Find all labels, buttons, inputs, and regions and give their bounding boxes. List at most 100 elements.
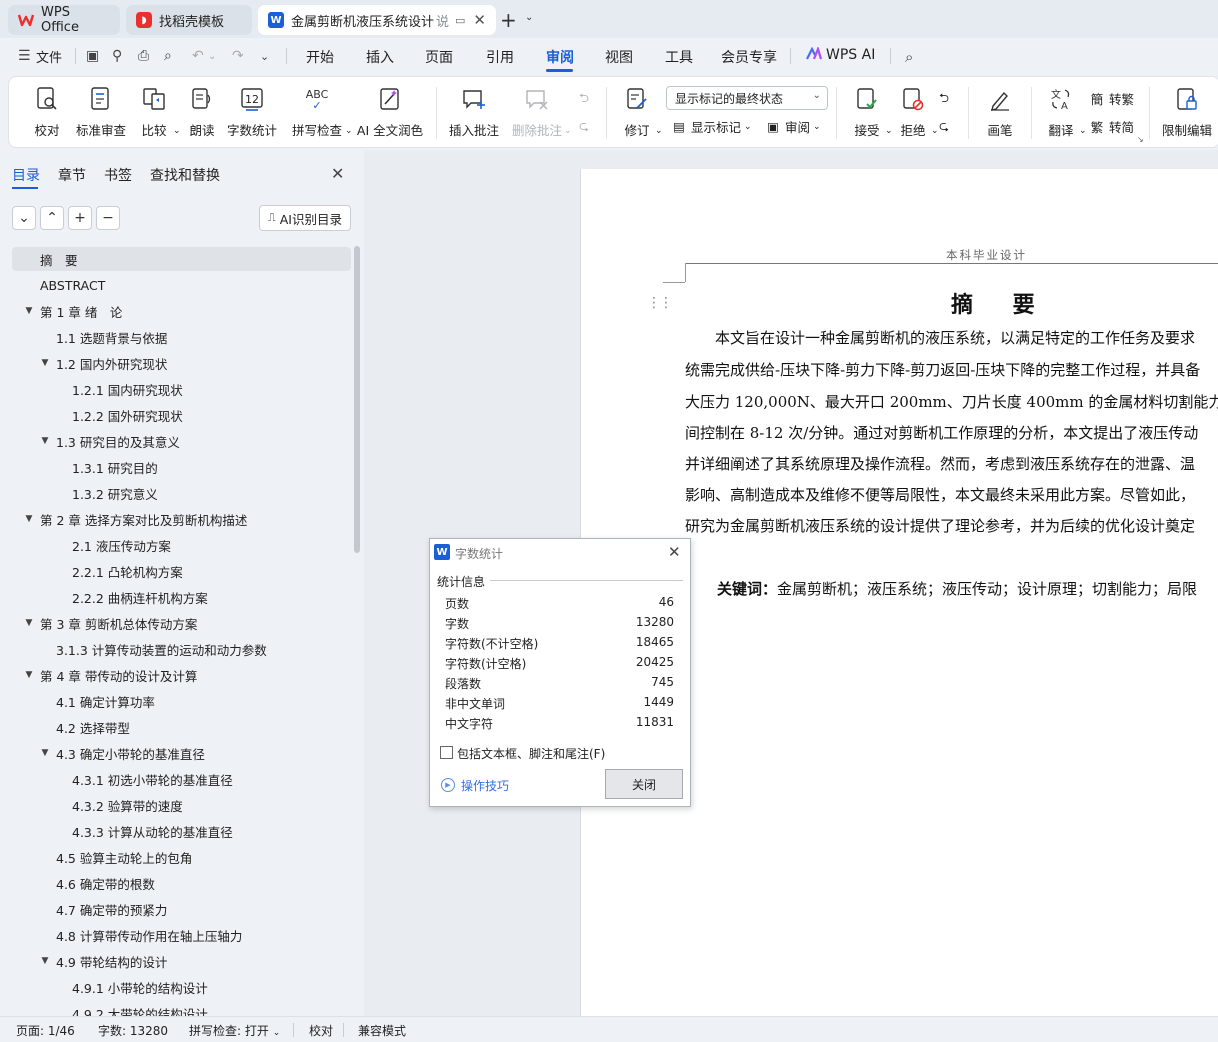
tips-link[interactable]: 操作技巧 [461, 777, 509, 794]
hamburger-menu-icon[interactable]: ☰ [18, 48, 31, 64]
page-indicator[interactable]: 页面: 1/46 [16, 1022, 75, 1039]
toc-item[interactable]: ▼ 1.3 研究目的及其意义 [40, 429, 180, 453]
previous-change-icon[interactable]: ⮌ [939, 89, 949, 110]
to-simplified-button[interactable]: 繁 转简 [1089, 117, 1134, 136]
menu-tools[interactable]: 工具 [665, 47, 693, 67]
expand-triangle-icon[interactable]: ▼ [24, 670, 34, 680]
toc-item[interactable]: 4.3.1 初选小带轮的基准直径 [56, 767, 233, 791]
toc-item[interactable]: 4.6 确定带的根数 [40, 871, 155, 895]
toc-item[interactable]: ▼ 第 1 章 绪 论 [24, 299, 123, 323]
undo-icon[interactable]: ↶ [192, 48, 204, 64]
expand-triangle-icon[interactable]: ▼ [40, 956, 50, 966]
expand-triangle-icon[interactable]: ▼ [40, 748, 50, 758]
toc-item[interactable]: 1.3.2 研究意义 [56, 481, 158, 505]
redo-icon[interactable]: ↷ [232, 48, 244, 64]
drag-handle-icon[interactable]: ⋮⋮ [647, 295, 673, 311]
toc-item[interactable]: 1.2.1 国内研究现状 [56, 377, 183, 401]
accept-button[interactable]: 接受 ⌄ [847, 77, 893, 149]
toc-item[interactable]: ▼ 4.9 带轮结构的设计 [40, 949, 168, 973]
restrict-editing-button[interactable]: 限制编辑 [1159, 77, 1215, 149]
insert-comment-button[interactable]: 插入批注 [449, 77, 499, 149]
tab-wps-office[interactable]: WPS Office [8, 5, 120, 35]
translate-button[interactable]: 文A 翻译 ⌄ [1041, 77, 1086, 149]
next-comment-icon[interactable]: ⮎ [579, 117, 589, 138]
new-tab-plus-icon[interactable]: + [500, 8, 517, 32]
dialog-launcher-icon[interactable]: ↘ [1137, 135, 1144, 144]
toc-item[interactable]: ▼ 第 2 章 选择方案对比及剪断机构描述 [24, 507, 248, 531]
menu-home[interactable]: 开始 [306, 47, 334, 67]
toc-item[interactable]: ▼ 第 3 章 剪断机总体传动方案 [24, 611, 198, 635]
proofread-status[interactable]: 校对 [309, 1022, 333, 1039]
toc-item[interactable]: 3.1.3 计算传动装置的运动和动力参数 [40, 637, 267, 661]
menu-membership[interactable]: 会员专享 [721, 47, 777, 67]
link-icon[interactable]: ⚲ [112, 48, 122, 64]
standard-review-button[interactable]: 标准审查 [75, 77, 127, 149]
toc-item[interactable]: 2.1 液压传动方案 [56, 533, 171, 557]
search-icon[interactable]: ⌕ [905, 48, 913, 66]
toc-item[interactable]: 4.3.2 验算带的速度 [56, 793, 183, 817]
save-icon[interactable]: ▣ [86, 48, 99, 64]
menu-file[interactable]: 文件 [36, 47, 62, 66]
dialog-close-button[interactable]: 关闭 [605, 769, 683, 799]
chevron-down-icon[interactable]: ⌄ [525, 12, 533, 23]
word-count-button[interactable]: 12 字数统计 [227, 77, 277, 149]
toc-item[interactable]: 4.9.2 大带轮的结构设计 [56, 1001, 208, 1017]
menu-wps-ai[interactable]: WPS AI [826, 47, 875, 63]
expand-triangle-icon[interactable]: ▼ [24, 514, 34, 524]
compare-button[interactable]: 比较 ⌄ [135, 77, 181, 149]
show-markup-button[interactable]: ▤ 显示标记 ⌄ [671, 117, 751, 136]
include-textboxes-label[interactable]: 包括文本框、脚注和尾注(F) [457, 745, 605, 762]
undo-dropdown-icon[interactable]: ⌄ [208, 51, 216, 62]
toc-item[interactable]: 1.2.2 国外研究现状 [56, 403, 183, 427]
toc-item[interactable]: 4.1 确定计算功率 [40, 689, 155, 713]
word-count-indicator[interactable]: 字数: 13280 [98, 1022, 168, 1039]
toc-item[interactable]: ABSTRACT [24, 273, 105, 297]
pen-button[interactable]: 画笔 [983, 77, 1017, 149]
spell-check-status[interactable]: 拼写检查: 打开 ⌄ [189, 1022, 280, 1039]
toc-item[interactable]: 1.3.1 研究目的 [56, 455, 158, 479]
dialog-title-bar[interactable]: W 字数统计 ✕ [430, 539, 690, 565]
toc-item[interactable]: 4.2 选择带型 [40, 715, 130, 739]
print-preview-icon[interactable]: ⌕ [164, 48, 172, 64]
to-traditional-button[interactable]: 簡 转繁 [1089, 89, 1134, 108]
previous-comment-icon[interactable]: ⮌ [579, 89, 589, 110]
ai-polish-button[interactable]: AI 全文润色 [357, 77, 423, 149]
tab-current-document[interactable]: W 金属剪断机液压系统设计 说 ▭ ✕ [258, 5, 496, 35]
reject-button[interactable]: 拒绝 ⌄ [893, 77, 939, 149]
print-icon[interactable]: ⎙ [138, 48, 149, 64]
menu-review[interactable]: 审阅 [546, 47, 574, 67]
expand-triangle-icon[interactable]: ▼ [40, 436, 50, 446]
toc-item[interactable]: 4.7 确定带的预紧力 [40, 897, 167, 921]
toc-item[interactable]: ▼ 第 4 章 带传动的设计及计算 [24, 663, 198, 687]
toc-item[interactable]: 4.3.3 计算从动轮的基准直径 [56, 819, 233, 843]
read-aloud-button[interactable]: 朗读 [185, 77, 219, 149]
toc-item[interactable]: 1.1 选题背景与依据 [40, 325, 167, 349]
toc-item[interactable]: 4.8 计算带传动作用在轴上压轴力 [40, 923, 242, 947]
track-changes-button[interactable]: 修订 ⌄ [617, 77, 663, 149]
menu-references[interactable]: 引用 [486, 47, 514, 67]
spell-check-button[interactable]: ABC ✓ 拼写检查 ⌄ [287, 77, 353, 149]
next-change-icon[interactable]: ⮎ [939, 117, 949, 138]
tab-docer-templates[interactable]: ◗ 找稻壳模板 [126, 5, 252, 35]
close-tab-icon[interactable]: ✕ [473, 11, 486, 29]
proofread-button[interactable]: 校对 [27, 77, 67, 149]
toc-item[interactable]: 4.5 验算主动轮上的包角 [40, 845, 192, 869]
toc-item[interactable]: 2.2.2 曲柄连杆机构方案 [56, 585, 208, 609]
menu-insert[interactable]: 插入 [366, 47, 394, 67]
toc-item[interactable]: 摘 要 [24, 247, 78, 271]
review-pane-button[interactable]: ▣ 审阅 ⌄ [765, 117, 820, 136]
more-chevron-icon[interactable]: ⌄ [260, 50, 269, 63]
toc-item[interactable]: 4.9.1 小带轮的结构设计 [56, 975, 208, 999]
include-textboxes-checkbox[interactable] [440, 746, 453, 759]
dialog-close-icon[interactable]: ✕ [668, 543, 681, 561]
toc-item[interactable]: ▼ 1.2 国内外研究现状 [40, 351, 168, 375]
expand-triangle-icon[interactable]: ▼ [24, 618, 34, 628]
delete-comment-button[interactable]: 删除批注 ⌄ [509, 77, 572, 149]
toc-scrollbar[interactable] [354, 246, 360, 553]
expand-triangle-icon[interactable]: ▼ [40, 358, 50, 368]
expand-triangle-icon[interactable]: ▼ [24, 306, 34, 316]
menu-page[interactable]: 页面 [425, 47, 453, 67]
toc-item[interactable]: ▼ 4.3 确定小带轮的基准直径 [40, 741, 205, 765]
markup-display-select[interactable]: 显示标记的最终状态 ⌄ [666, 86, 828, 110]
toc-item[interactable]: 2.2.1 凸轮机构方案 [56, 559, 183, 583]
